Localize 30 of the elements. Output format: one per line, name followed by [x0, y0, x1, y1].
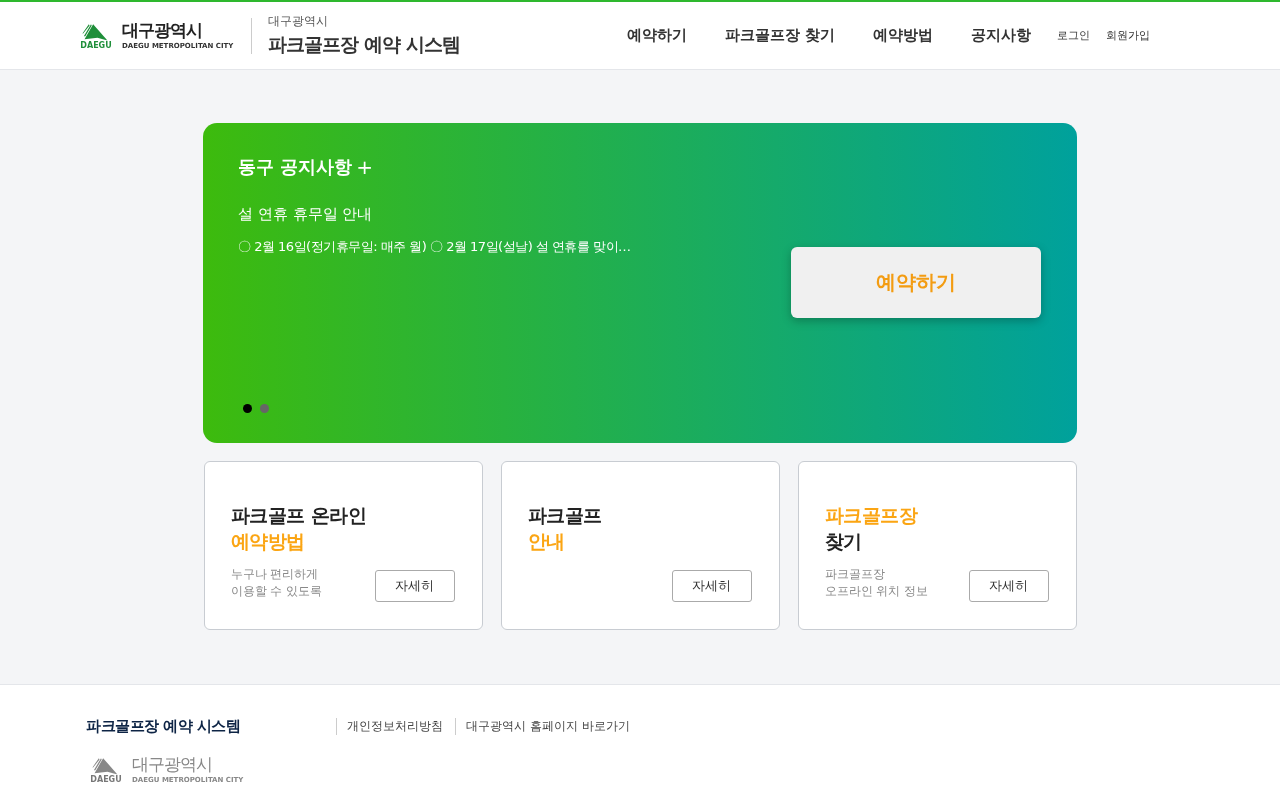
- nav-link[interactable]: 파크골프장 찾기: [724, 26, 835, 45]
- footer-link[interactable]: 대구광역시 홈페이지 바로가기: [455, 718, 630, 735]
- details-button[interactable]: 자세히: [374, 570, 455, 602]
- slide-dot[interactable]: [260, 404, 269, 413]
- card-title: 찾기: [824, 529, 863, 554]
- card-title: 파크골프: [527, 503, 603, 528]
- site-title: 파크골프장 예약 시스템: [268, 32, 460, 57]
- card-title: 파크골프장: [824, 503, 919, 528]
- card-description: 누구나 편리하게 이용할 수 있도록: [230, 566, 324, 600]
- notice-text: 〇 2월 16일(정기휴무일: 매주 월) 〇 2월 17일(설날) 설 연휴를 맞이…: [238, 238, 632, 256]
- logo-label: DAEGU: [80, 41, 112, 50]
- nav-link[interactable]: 예약방법: [873, 26, 933, 45]
- nav-link[interactable]: 예약하기: [626, 26, 687, 45]
- footer-title: 파크골프장 예약 시스템: [86, 717, 242, 736]
- logo-name: 대구광역시: [132, 756, 213, 773]
- card-description: 파크골프장 오프라인 위치 정보: [824, 566, 930, 600]
- site-caption: 대구광역시: [268, 13, 330, 30]
- card-title: 안내: [527, 529, 566, 554]
- nav-link[interactable]: 공지사항: [971, 26, 1031, 45]
- util-link[interactable]: 회원가입: [1106, 28, 1150, 43]
- details-button[interactable]: 자세히: [671, 570, 752, 602]
- slide-dot[interactable]: [243, 404, 252, 413]
- card-title: 예약방법: [230, 529, 306, 554]
- logo-name: 대구광역시: [122, 21, 203, 39]
- details-button[interactable]: 자세히: [968, 570, 1049, 602]
- footer-link[interactable]: 개인정보처리방침: [336, 718, 443, 735]
- util-link[interactable]: 로그인: [1057, 28, 1090, 43]
- notice-title: 설 연휴 휴무일 안내: [238, 205, 374, 224]
- logo-label: DAEGU: [90, 776, 122, 784]
- card-title: 파크골프 온라인: [230, 503, 368, 528]
